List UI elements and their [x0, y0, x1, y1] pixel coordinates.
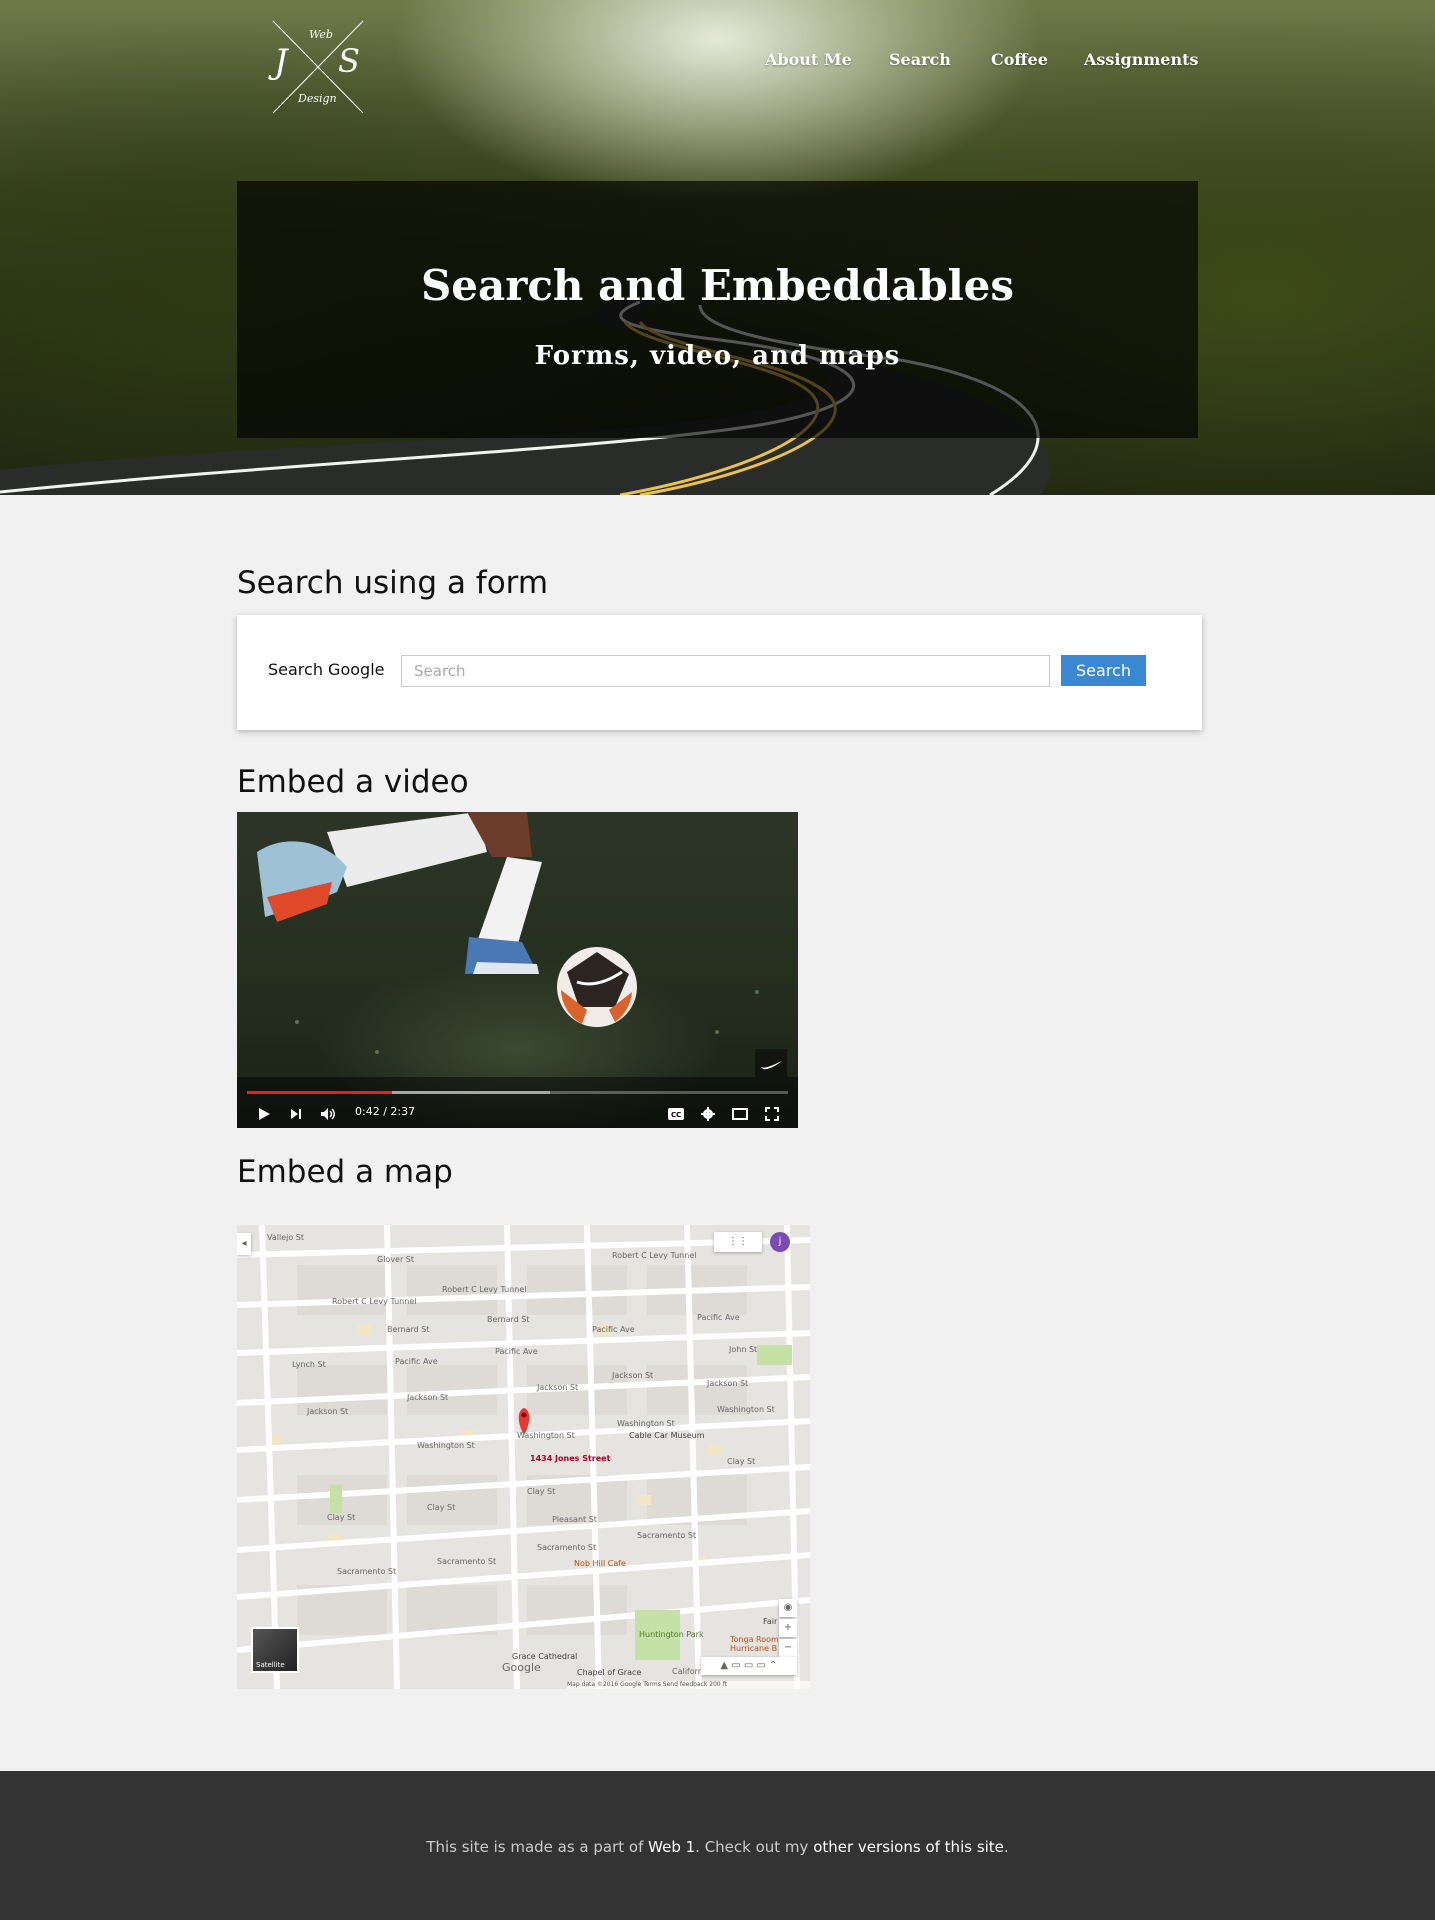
hero-banner: Web J S Design About Me Search Coffee As…: [0, 0, 1435, 495]
video-progress-bar[interactable]: [247, 1091, 392, 1094]
volume-icon[interactable]: [317, 1104, 339, 1124]
site-footer: This site is made as a part of Web 1. Ch…: [0, 1771, 1435, 1920]
street-label: Sacramento St: [337, 1567, 397, 1576]
zoom-in-button[interactable]: +: [779, 1619, 797, 1637]
street-label: Sacramento St: [537, 1543, 597, 1552]
street-label: Jackson St: [537, 1383, 579, 1392]
video-player[interactable]: 0:42 / 2:37 CC: [237, 812, 798, 1128]
page-title: Search and Embeddables: [420, 261, 1015, 310]
nav-assignments[interactable]: Assignments: [1084, 50, 1198, 69]
street-label: Washington St: [717, 1405, 775, 1414]
search-button[interactable]: Search: [1061, 655, 1146, 686]
search-section-heading: Search using a form: [237, 565, 549, 601]
street-label: Bernard St: [487, 1315, 530, 1324]
search-form-card: Search Google Search: [237, 615, 1202, 730]
street-label: Robert C Levy Tunnel: [442, 1285, 527, 1294]
street-label: Clay St: [427, 1503, 456, 1512]
footer-text: This site is made as a part of Web 1. Ch…: [0, 1838, 1435, 1856]
poi-label: Fair: [763, 1617, 778, 1626]
logo-web-text: Web: [309, 28, 333, 41]
street-label: Jackson St: [612, 1371, 654, 1380]
next-icon[interactable]: [285, 1104, 307, 1124]
street-label: Sacramento St: [437, 1557, 497, 1566]
embedded-map[interactable]: Vallejo St Glover St Robert C Levy Tunne…: [237, 1225, 810, 1689]
nav-about-me[interactable]: About Me: [765, 50, 852, 69]
svg-text:CC: CC: [671, 1111, 681, 1119]
footer-prefix: This site is made as a part of: [426, 1838, 649, 1856]
satellite-toggle[interactable]: Satellite: [251, 1627, 299, 1673]
map-layers-strip[interactable]: ▲ ▭ ▭ ▭ ⌃: [701, 1657, 797, 1675]
poi-label: Nob Hill Cafe: [574, 1559, 626, 1568]
nike-swoosh-icon: [755, 1049, 787, 1077]
theater-icon[interactable]: [729, 1104, 751, 1124]
video-section-heading: Embed a video: [237, 764, 469, 800]
search-input[interactable]: [401, 655, 1050, 687]
my-location-icon[interactable]: ◉: [779, 1599, 797, 1617]
street-label: Bernard St: [387, 1325, 430, 1334]
street-label: Washington St: [517, 1431, 575, 1440]
map-collapse-button[interactable]: ◂: [237, 1233, 251, 1255]
web1-link[interactable]: Web 1: [648, 1838, 695, 1856]
apps-grid-icon[interactable]: ⋮⋮: [714, 1232, 762, 1252]
street-label: Jackson St: [707, 1379, 749, 1388]
google-logo: Google: [502, 1661, 541, 1674]
map-attribution: Map data ©2016 Google Terms Send feedbac…: [567, 1681, 810, 1689]
video-frame: [237, 812, 798, 1128]
nav-coffee[interactable]: Coffee: [991, 50, 1048, 69]
map-street-grid: [237, 1225, 810, 1689]
poi-label: Cable Car Museum: [629, 1431, 705, 1440]
search-label: Search Google: [268, 660, 385, 679]
street-label: Clay St: [527, 1487, 556, 1496]
street-label: Sacramento St: [637, 1531, 697, 1540]
poi-label: Grace Cathedral: [512, 1652, 578, 1661]
nav-search[interactable]: Search: [889, 50, 951, 69]
map-marker-label: 1434 Jones Street: [530, 1454, 611, 1463]
avatar[interactable]: j: [770, 1232, 790, 1252]
video-time: 0:42 / 2:37: [355, 1105, 416, 1118]
street-label: Vallejo St: [267, 1233, 304, 1242]
map-section-heading: Embed a map: [237, 1154, 453, 1190]
street-label: Pacific Ave: [395, 1357, 438, 1366]
street-label: Jackson St: [307, 1407, 349, 1416]
settings-icon[interactable]: [697, 1104, 719, 1124]
street-label: Robert C Levy Tunnel: [612, 1251, 697, 1260]
poi-label: Huntington Park: [639, 1630, 704, 1639]
street-label: Glover St: [377, 1255, 415, 1264]
street-label: Lynch St: [292, 1360, 326, 1369]
footer-suffix: .: [1003, 1838, 1009, 1856]
street-label: Pacific Ave: [697, 1313, 740, 1322]
street-label: Pleasant St: [552, 1515, 597, 1524]
footer-middle: . Check out my: [695, 1838, 814, 1856]
street-label: Pacific Ave: [495, 1347, 538, 1356]
street-label: Washington St: [417, 1441, 475, 1450]
fullscreen-icon[interactable]: [761, 1104, 783, 1124]
logo-design-text: Design: [298, 92, 337, 105]
hero-title-box: Search and Embeddables Forms, video, and…: [237, 181, 1198, 438]
zoom-out-button[interactable]: −: [779, 1639, 797, 1657]
play-icon[interactable]: [253, 1104, 275, 1124]
poi-label: Chapel of Grace: [577, 1668, 642, 1677]
captions-icon[interactable]: CC: [665, 1104, 687, 1124]
street-label: Jackson St: [407, 1393, 449, 1402]
street-label: Washington St: [617, 1419, 675, 1428]
street-label: Robert C Levy Tunnel: [332, 1297, 417, 1306]
street-label: John St: [729, 1345, 758, 1354]
satellite-label: Satellite: [256, 1661, 285, 1669]
street-label: Clay St: [727, 1457, 756, 1466]
other-versions-link[interactable]: other versions of this site: [813, 1838, 1004, 1856]
street-label: Pacific Ave: [592, 1325, 635, 1334]
main-nav: About Me Search Coffee Assignments: [0, 50, 1435, 74]
page-subtitle: Forms, video, and maps: [534, 341, 901, 371]
street-label: Clay St: [327, 1513, 356, 1522]
